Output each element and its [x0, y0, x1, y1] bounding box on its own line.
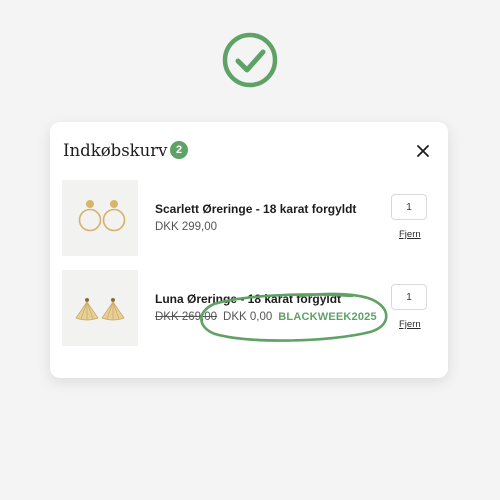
check-circle-icon	[222, 32, 278, 88]
discounted-price: DKK 0,00	[223, 311, 273, 323]
product-image-luna[interactable]	[62, 270, 138, 346]
quantity-input[interactable]: 1	[391, 284, 427, 310]
cart-header: Indkøbskurv 2	[63, 140, 434, 164]
cart-title: Indkøbskurv	[63, 141, 168, 160]
product-name[interactable]: Luna Øreringe - 18 karat forgyldt	[155, 292, 341, 306]
promo-code: BLACKWEEK2025	[278, 311, 377, 323]
old-price: DKK 269,00	[155, 311, 218, 323]
cart-count-badge: 2	[170, 141, 188, 159]
earring-hoop-icon	[78, 200, 126, 232]
product-image-scarlett[interactable]	[62, 180, 138, 256]
earring-fan-icon	[75, 298, 125, 321]
product-name[interactable]: Scarlett Øreringe - 18 karat forgyldt	[155, 202, 356, 216]
product-price: DKK 269,00 DKK 0,00 BLACKWEEK2025	[155, 311, 377, 323]
cart-card: Indkøbskurv 2 Scarlett Øreringe - 18 kar…	[50, 122, 448, 378]
close-icon[interactable]	[412, 140, 434, 162]
remove-link[interactable]: Fjern	[399, 229, 421, 240]
cart-item: Scarlett Øreringe - 18 karat forgyldt DK…	[62, 180, 436, 256]
product-price: DKK 299,00	[155, 221, 218, 233]
remove-link[interactable]: Fjern	[399, 319, 421, 330]
cart-item: Luna Øreringe - 18 karat forgyldt DKK 26…	[62, 270, 436, 346]
quantity-input[interactable]: 1	[391, 194, 427, 220]
